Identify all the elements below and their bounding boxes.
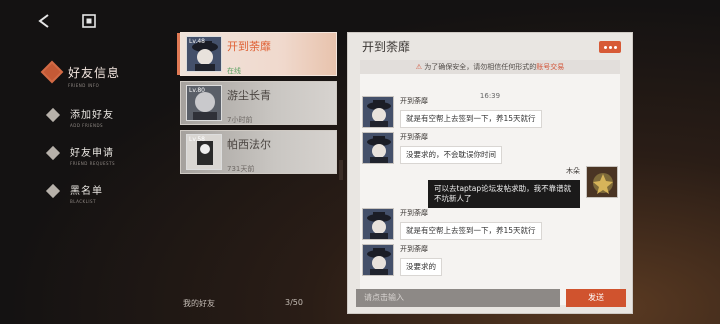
more-options-button[interactable]: [599, 41, 621, 53]
side-nav: 好友信息 FRIEND INFO 添加好友 ADD FRIENDS 好友申请 F…: [40, 60, 160, 220]
chat-message: 开到荼靡 就是有空帮上去签到一下，养15天就行: [362, 96, 618, 130]
friend-list: Lv.48 开到荼靡 在线 Lv.80 游尘长青 7小时前 Lv.58 帕西法尔…: [177, 32, 337, 179]
sender-name: 开到荼靡: [400, 133, 428, 141]
friend-card[interactable]: Lv.48 开到荼靡 在线: [177, 32, 337, 76]
diamond-icon: [45, 107, 61, 123]
chat-message: 开到荼靡 就是有空帮上去签到一下，养15天就行: [362, 208, 618, 242]
nav-sublabel: FRIEND INFO: [68, 83, 100, 88]
message-bubble: 没要求的，不会耽误你时间: [400, 146, 502, 164]
notice-text: 为了确保安全，请勿相信任何形式的: [424, 63, 537, 71]
level-badge: Lv.80: [189, 87, 205, 94]
friend-status: 731天前: [227, 165, 255, 173]
chat-message: 开到荼靡 没要求的: [362, 244, 618, 278]
avatar: [362, 244, 394, 276]
avatar: [362, 96, 394, 128]
nav-item-add-friends[interactable]: 添加好友 ADD FRIENDS: [40, 106, 160, 128]
sender-name: 开到荼靡: [400, 97, 428, 105]
message-input[interactable]: 请点击输入: [356, 289, 560, 307]
security-notice: ⚠ 为了确保安全，请勿相信任何形式的账号交易: [360, 60, 620, 74]
friend-status: 在线: [227, 67, 241, 75]
avatar: Lv.48: [186, 36, 222, 72]
message-bubble: 没要求的: [400, 258, 442, 276]
warning-icon: ⚠: [415, 63, 423, 71]
nav-sublabel: ADD FRIENDS: [70, 123, 104, 128]
avatar: Lv.80: [186, 85, 222, 121]
nav-item-friend-requests[interactable]: 好友申请 FRIEND REQUESTS: [40, 144, 160, 166]
friend-name: 开到荼靡: [227, 40, 271, 53]
chat-message: 开到荼靡 没要求的，不会耽误你时间: [362, 132, 618, 166]
friend-name: 帕西法尔: [227, 138, 271, 151]
chat-header: 开到荼靡: [348, 33, 632, 57]
message-bubble: 就是有空帮上去签到一下，养15天就行: [400, 110, 542, 128]
chat-title: 开到荼靡: [362, 40, 411, 54]
dot-icon: [603, 45, 607, 49]
back-button[interactable]: [33, 10, 55, 32]
avatar: [362, 208, 394, 240]
message-bubble: 可以去taptap论坛发帖求助，我不靠谱就不坑新人了: [428, 180, 580, 208]
sender-name: 开到荼靡: [400, 209, 428, 217]
nav-label: 黑名单: [70, 186, 103, 197]
send-button[interactable]: 发送: [566, 289, 626, 307]
diamond-icon: [45, 183, 61, 199]
nav-item-blacklist[interactable]: 黑名单 BLACKLIST: [40, 182, 160, 204]
nav-label: 好友信息: [68, 66, 121, 80]
sender-name: 开到荼靡: [400, 245, 428, 253]
nav-label: 好友申请: [70, 148, 114, 159]
diamond-icon: [45, 145, 61, 161]
panel-divider: [339, 160, 343, 180]
chat-messages[interactable]: ⚠ 为了确保安全，请勿相信任何形式的账号交易 16:39 开到荼靡 就是有空帮上…: [360, 60, 620, 305]
home-icon: [82, 14, 96, 28]
friend-count: 3/50: [285, 298, 303, 307]
dot-icon: [608, 45, 612, 49]
sender-name: 木朵: [566, 167, 580, 175]
back-icon: [38, 14, 49, 28]
my-friends-label: 我的好友: [183, 299, 215, 308]
avatar: [362, 132, 394, 164]
diamond-icon: [40, 60, 64, 84]
friend-status: 7小时前: [227, 116, 253, 124]
nav-label: 添加好友: [70, 110, 114, 121]
avatar: Lv.58: [186, 134, 222, 170]
friend-card[interactable]: Lv.58 帕西法尔 731天前: [180, 130, 337, 174]
notice-highlight: 账号交易: [536, 63, 565, 71]
message-bubble: 就是有空帮上去签到一下，养15天就行: [400, 222, 542, 240]
avatar: [586, 166, 618, 198]
nav-item-friend-info[interactable]: 好友信息 FRIEND INFO: [40, 60, 160, 88]
level-badge: Lv.48: [189, 38, 205, 45]
chat-panel: 开到荼靡 ⚠ 为了确保安全，请勿相信任何形式的账号交易 16:39 开到荼靡 就…: [347, 32, 633, 314]
level-badge: Lv.58: [189, 136, 205, 143]
home-button[interactable]: [78, 10, 100, 32]
nav-sublabel: BLACKLIST: [70, 199, 97, 204]
friend-name: 游尘长青: [227, 89, 271, 102]
friend-card[interactable]: Lv.80 游尘长青 7小时前: [180, 81, 337, 125]
chat-message: 木朵 可以去taptap论坛发帖求助，我不靠谱就不坑新人了: [362, 166, 618, 208]
nav-sublabel: FRIEND REQUESTS: [70, 161, 116, 166]
dot-icon: [613, 45, 617, 49]
